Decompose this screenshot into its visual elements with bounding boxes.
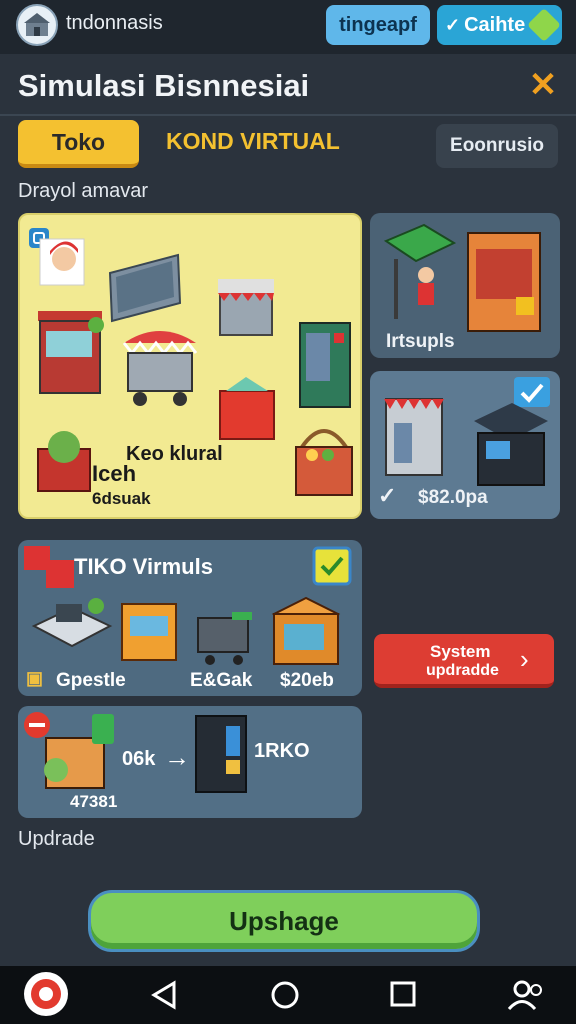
divider: [0, 114, 576, 116]
tag-icon: [527, 8, 561, 42]
system-update-line2: updradde: [426, 662, 499, 679]
side-card-label: Irtsupls: [386, 331, 455, 352]
mid-card-label1: Gpestle: [56, 670, 126, 691]
upgrade-preview-card[interactable]: 06k → 1RKO 47381: [18, 706, 362, 818]
header-pill-cache-button[interactable]: ✓ Caihte: [437, 5, 562, 45]
mid-card-title: TIKO Virmuls: [74, 554, 213, 579]
checkmark-tag-icon: ✓: [445, 14, 461, 35]
pill-label: Caihte: [464, 13, 526, 36]
system-update-line1: System: [430, 642, 491, 661]
store-logo-icon[interactable]: [16, 4, 58, 46]
shopping-cart: [197, 612, 252, 665]
shop-items-card[interactable]: Keo klural Iceh 6dsuak: [18, 213, 362, 519]
top-bar: tndonnasis tingeapf ✓ Caihte: [0, 0, 576, 54]
system-update-button[interactable]: System updradde ›: [374, 634, 554, 688]
stall-red: [38, 311, 104, 394]
market-stall-gray: [218, 279, 274, 336]
shopkeeper-avatar: [39, 238, 85, 286]
page-title: Simulasi Bisnnesiai: [18, 68, 310, 103]
virtual-store-card[interactable]: TIKO Virmuls ▣ Gpestle E&Gak $20eb: [18, 540, 362, 696]
side-card-store[interactable]: ✓ $82.0pa: [370, 371, 560, 519]
mid-icon-small: ▣: [26, 668, 44, 688]
nav-bar: [0, 966, 576, 1024]
header-pill-button[interactable]: tingeapf: [326, 5, 430, 45]
section-subhead: Drayol amavar: [18, 180, 149, 202]
low-card-value2: 1RKO: [254, 740, 310, 762]
low-card-value1: 06k: [122, 748, 156, 770]
check-box-icon: [312, 546, 352, 586]
vending-machine: [299, 322, 351, 408]
side-card-supplies[interactable]: Irtsupls: [370, 213, 560, 358]
dark-kiosk: [474, 403, 548, 486]
upgrade-button[interactable]: Upshage: [88, 890, 480, 952]
upgrade-label: Updrade: [18, 828, 95, 850]
red-basket: [219, 377, 275, 440]
price-prefix: ✓: [378, 483, 397, 508]
account-icon[interactable]: [506, 978, 544, 1012]
shopping-basket: [295, 429, 353, 496]
market-booth: [384, 223, 456, 319]
flower-box: [37, 431, 91, 492]
app-badge-icon[interactable]: [22, 970, 70, 1018]
main-card-line2: Iceh: [92, 461, 137, 486]
store-building: [384, 398, 444, 476]
orange-crate: [121, 603, 177, 661]
arrow-right-icon: →: [164, 742, 190, 772]
main-card-line1: Keo klural: [126, 443, 223, 465]
upgrade-shop-small: [44, 714, 114, 789]
close-icon[interactable]: ✕: [526, 68, 560, 102]
food-cart: [122, 331, 198, 406]
back-icon[interactable]: [150, 980, 178, 1010]
tab-kond-virtual[interactable]: KOND VIRTUAL: [166, 128, 340, 155]
store-flag-icon: [24, 546, 74, 588]
orange-kiosk: [467, 232, 541, 332]
recents-icon[interactable]: [390, 981, 416, 1007]
upgrade-machine: [195, 715, 247, 793]
chevron-right-icon: ›: [520, 644, 529, 674]
tab-toko[interactable]: Toko: [18, 120, 139, 168]
mid-card-label2: E&Gak: [190, 670, 253, 691]
home-icon[interactable]: [270, 980, 300, 1010]
mid-card-label3: $20eb: [280, 670, 334, 691]
ekonomi-button[interactable]: Eoonrusio: [436, 124, 558, 168]
product-box: [271, 596, 341, 665]
low-card-value3: 47381: [70, 792, 118, 811]
side-card-price: $82.0pa: [418, 487, 488, 508]
app-name: tndonnasis: [66, 12, 163, 34]
office-desk: [31, 598, 113, 648]
main-card-line3: 6dsuak: [92, 489, 151, 508]
